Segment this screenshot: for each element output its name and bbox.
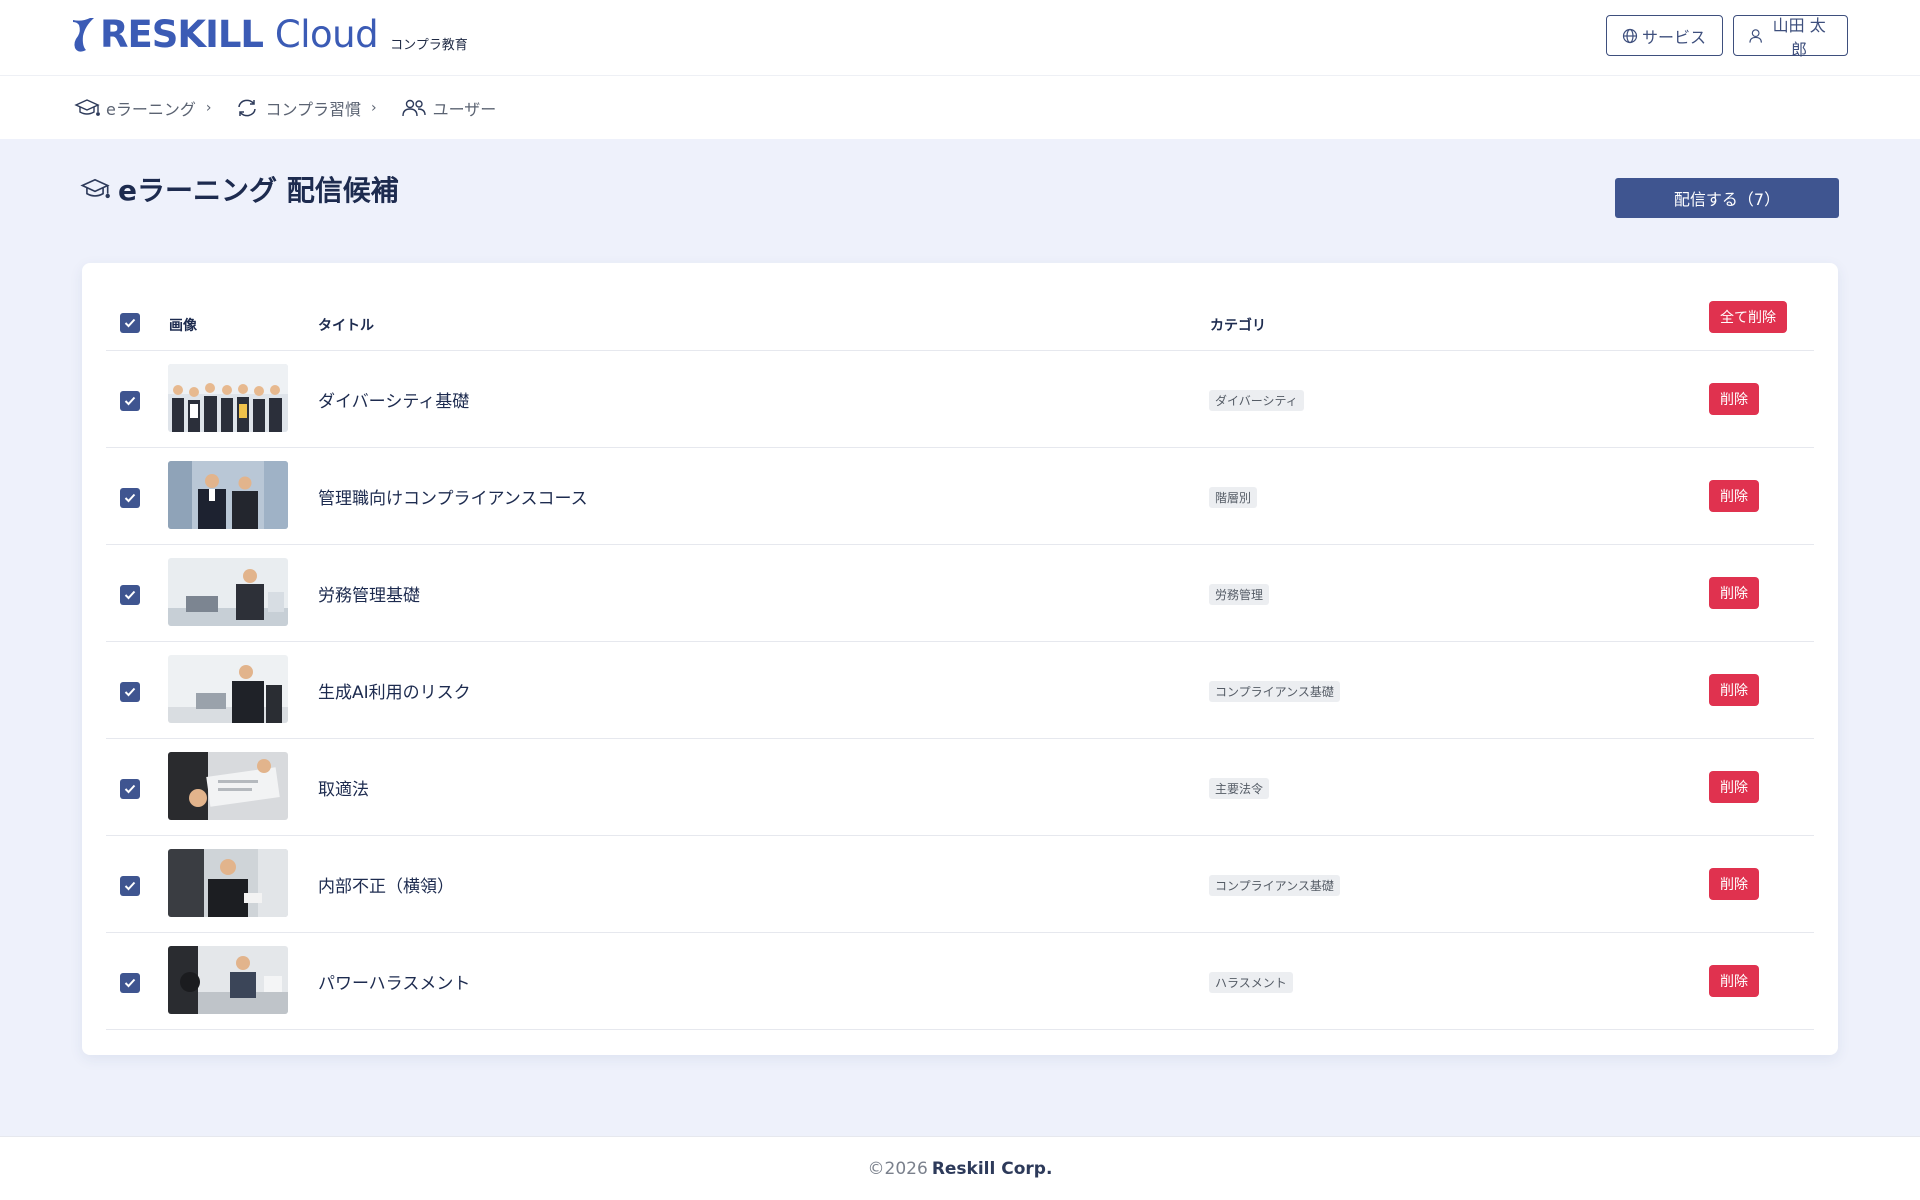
footer: ©2026 Reskill Corp.	[0, 1136, 1920, 1200]
course-thumbnail	[168, 655, 288, 723]
user-icon	[1749, 28, 1762, 43]
row-checkbox[interactable]	[120, 682, 140, 702]
delete-button[interactable]: 削除	[1709, 771, 1759, 803]
column-header-category: カテゴリ	[1210, 318, 1266, 334]
service-button-label: サービス	[1642, 27, 1707, 47]
nav-item-users[interactable]: ユーザー	[401, 96, 497, 120]
category-tag: コンプライアンス基礎	[1209, 681, 1340, 702]
table-row: ダイバーシティ基礎 ダイバーシティ 削除	[106, 351, 1814, 448]
row-checkbox[interactable]	[120, 973, 140, 993]
course-thumbnail	[168, 946, 288, 1014]
check-icon	[124, 784, 136, 794]
check-icon	[124, 318, 136, 328]
course-thumbnail	[168, 849, 288, 917]
chevron-right-icon: ›	[205, 99, 212, 116]
nav-item-elearning[interactable]: eラーニング ›	[74, 96, 211, 120]
user-menu-button[interactable]: 山田 太郎	[1733, 15, 1848, 59]
category-tag: ダイバーシティ	[1209, 390, 1304, 411]
delete-button[interactable]: 削除	[1709, 480, 1759, 512]
check-icon	[124, 978, 136, 988]
category-tag: ハラスメント	[1209, 972, 1293, 993]
graduation-cap-icon	[74, 98, 100, 116]
table-row: 取適法 主要法令 削除	[106, 739, 1814, 836]
copyright-year: ©2026	[867, 1158, 928, 1179]
refresh-icon	[238, 99, 257, 116]
delete-button[interactable]: 削除	[1709, 577, 1759, 609]
row-checkbox[interactable]	[120, 876, 140, 896]
course-title: 内部不正（横領）	[318, 877, 454, 897]
delete-button[interactable]: 削除	[1709, 383, 1759, 415]
candidates-table: 画像 タイトル カテゴリ 全て削除 ダイバーシティ基礎 ダイバーシティ 削除 管…	[106, 281, 1814, 1030]
nav-breadcrumb: eラーニング › コンプラ習慣 › ユーザー	[0, 76, 1920, 139]
deliver-button[interactable]: 配信する（7）	[1615, 178, 1839, 218]
delete-all-button[interactable]: 全て削除	[1709, 301, 1787, 333]
nav-item-compliance-habit[interactable]: コンプラ習慣 ›	[235, 96, 377, 120]
category-tag: 主要法令	[1209, 778, 1270, 799]
logo-mark-icon	[73, 18, 94, 52]
delete-button[interactable]: 削除	[1709, 674, 1759, 706]
course-thumbnail	[168, 364, 288, 432]
check-icon	[124, 687, 136, 697]
check-icon	[124, 396, 136, 406]
company-name: Reskill Corp.	[931, 1158, 1053, 1179]
logo-bold: RESKILL	[100, 13, 264, 56]
row-checkbox[interactable]	[120, 391, 140, 411]
row-checkbox[interactable]	[120, 585, 140, 605]
table-row: 内部不正（横領） コンプライアンス基礎 削除	[106, 836, 1814, 933]
course-title: 取適法	[318, 780, 369, 800]
column-header-title: タイトル	[318, 318, 374, 334]
logo-text: RESKILL Cloud	[100, 13, 379, 56]
table-row: 生成AI利用のリスク コンプライアンス基礎 削除	[106, 642, 1814, 739]
service-button[interactable]: サービス	[1606, 15, 1723, 56]
course-title: ダイバーシティ基礎	[318, 392, 470, 412]
table-header-row: 画像 タイトル カテゴリ 全て削除	[106, 281, 1814, 351]
logo[interactable]: RESKILL Cloud コンプラ教育	[70, 14, 468, 56]
nav-item-label: eラーニング	[106, 99, 196, 119]
chevron-right-icon: ›	[371, 99, 377, 116]
course-title: 生成AI利用のリスク	[318, 683, 471, 703]
category-tag: コンプライアンス基礎	[1209, 875, 1340, 896]
user-menu-label: 山田 太郎	[1772, 15, 1826, 59]
logo-subtitle: コンプラ教育	[390, 38, 468, 53]
course-title: 管理職向けコンプライアンスコース	[318, 489, 588, 509]
delete-button[interactable]: 削除	[1709, 868, 1759, 900]
users-icon	[401, 99, 426, 116]
column-header-image: 画像	[169, 318, 197, 334]
select-all-checkbox[interactable]	[120, 313, 140, 333]
table-row: 管理職向けコンプライアンスコース 階層別 削除	[106, 448, 1814, 545]
table-row: 労務管理基礎 労務管理 削除	[106, 545, 1814, 642]
check-icon	[124, 881, 136, 891]
row-checkbox[interactable]	[120, 779, 140, 799]
main-content: eラーニング 配信候補 配信する（7） 画像 タイトル カテゴリ 全て削除 ダイ…	[0, 139, 1920, 1136]
delete-button[interactable]: 削除	[1709, 965, 1759, 997]
page-title: eラーニング 配信候補	[80, 169, 399, 209]
course-thumbnail	[168, 558, 288, 626]
row-checkbox[interactable]	[120, 488, 140, 508]
course-title: パワーハラスメント	[318, 974, 471, 994]
course-thumbnail	[168, 461, 288, 529]
category-tag: 労務管理	[1209, 584, 1270, 605]
app-header: RESKILL Cloud コンプラ教育 サービス 山田 太郎	[0, 0, 1920, 76]
nav-item-label: コンプラ習慣	[265, 99, 361, 119]
check-icon	[124, 493, 136, 503]
course-thumbnail	[168, 752, 288, 820]
nav-item-label: ユーザー	[432, 99, 497, 119]
table-row: パワーハラスメント ハラスメント 削除	[106, 933, 1814, 1030]
graduation-cap-icon	[80, 178, 110, 199]
logo-light: Cloud	[274, 13, 379, 56]
candidates-card: 画像 タイトル カテゴリ 全て削除 ダイバーシティ基礎 ダイバーシティ 削除 管…	[82, 263, 1838, 1055]
category-tag: 階層別	[1209, 487, 1258, 508]
globe-icon	[1622, 28, 1638, 43]
page-title-text: eラーニング 配信候補	[118, 174, 399, 207]
check-icon	[124, 590, 136, 600]
course-title: 労務管理基礎	[318, 586, 420, 606]
